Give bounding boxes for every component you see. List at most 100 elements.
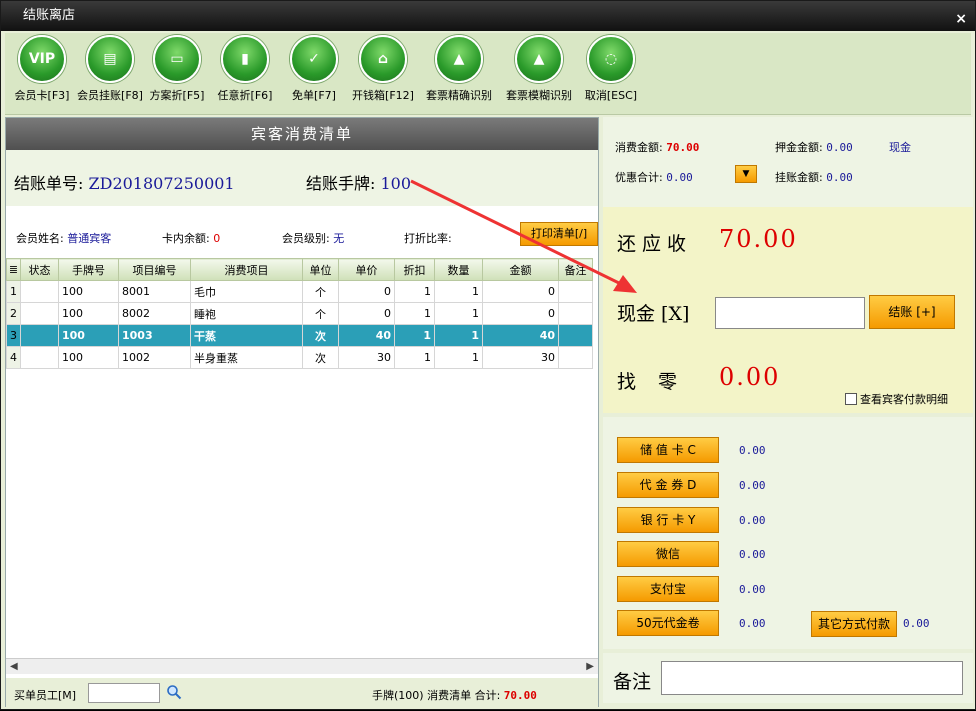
bill-tag: 结账手牌: 100: [306, 170, 411, 194]
column-header[interactable]: 手牌号: [58, 258, 119, 281]
toolbar-label: 套票精确识别: [426, 89, 492, 102]
print-list-button[interactable]: 打印清单[/]: [520, 222, 598, 246]
due-value: 70.00: [719, 225, 798, 253]
table-row[interactable]: 4 100 1002 半身重蒸 次 30 1 1 30: [6, 346, 593, 369]
bill-tag-label: 结账手牌:: [306, 174, 376, 193]
title-bar: 结账离店 ×: [1, 1, 975, 31]
cash-drawer-button[interactable]: ⌂ 开钱箱[F12]: [351, 35, 415, 103]
cell-discount: 1: [394, 302, 435, 325]
staff-input[interactable]: [88, 683, 160, 703]
card-balance-value: 0: [213, 232, 221, 245]
table-row[interactable]: 1 100 8001 毛巾 个 0 1 1 0: [6, 280, 593, 303]
scroll-left-icon[interactable]: ◀: [10, 661, 18, 672]
vip-card-button[interactable]: VIP 会员卡[F3]: [13, 35, 71, 103]
column-header[interactable]: 金额: [482, 258, 559, 281]
other-payment-button[interactable]: 其它方式付款: [811, 611, 897, 637]
consume-label: 消费金额:: [615, 141, 663, 154]
ticket-exact-button[interactable]: ▲ 套票精确识别: [421, 35, 497, 103]
bank-card-button[interactable]: 银 行 卡 Y: [617, 507, 719, 533]
table-row-selected[interactable]: 3 100 1003 干蒸 次 40 1 1 40: [6, 324, 593, 347]
stored-value-card-button[interactable]: 储 值 卡 C: [617, 437, 719, 463]
column-header[interactable]: 状态: [20, 258, 59, 281]
member-name: 会员姓名: 普通宾客: [16, 230, 111, 246]
other-payment-amount: 0.00: [903, 617, 930, 630]
column-header[interactable]: 消费项目: [190, 258, 303, 281]
toolbar: VIP 会员卡[F3] ▤ 会员挂账[F8] ▭ 方案折[F5] ▮ 任意折[F…: [5, 33, 971, 115]
amount-summary: 消费金额: 70.00 押金金额: 0.00 现金 优惠合计: 0.00 ▼ 挂…: [603, 117, 973, 207]
cell-code: 1002: [118, 346, 191, 369]
cell-price: 40: [338, 324, 395, 347]
staff-label: 买单员工[M]: [14, 689, 77, 702]
bank-card-amount: 0.00: [739, 514, 766, 527]
table-row[interactable]: 2 100 8002 睡袍 个 0 1 1 0: [6, 302, 593, 325]
cash-label: 现金 [X]: [617, 303, 690, 325]
notes-input[interactable]: [661, 661, 963, 695]
member-level-label: 会员级别:: [282, 232, 330, 245]
cell-qty: 1: [434, 302, 483, 325]
column-header[interactable]: 备注: [558, 258, 593, 281]
search-icon[interactable]: [166, 684, 182, 700]
bill-number: 结账单号: ZD201807250001: [14, 170, 235, 194]
payment-panel: 消费金额: 70.00 押金金额: 0.00 现金 优惠合计: 0.00 ▼ 挂…: [603, 117, 973, 707]
member-level: 会员级别: 无: [282, 230, 344, 246]
cell-note: [558, 324, 593, 347]
cell-tag: 100: [58, 302, 119, 325]
cell-qty: 1: [434, 280, 483, 303]
bill-tag-value: 100: [380, 174, 412, 193]
alipay-amount: 0.00: [739, 583, 766, 596]
column-header[interactable]: 项目编号: [118, 258, 191, 281]
member-info: 会员姓名: 普通宾客 卡内余额: 0 会员级别: 无 打折比率: 打印清单[/]: [6, 206, 598, 254]
member-name-label: 会员姓名:: [16, 232, 64, 245]
wechat-button[interactable]: 微信: [617, 541, 719, 567]
cell-note: [558, 302, 593, 325]
cell-tag: 100: [58, 346, 119, 369]
row-index: 1: [6, 280, 21, 303]
deposit-label: 押金金额:: [775, 141, 823, 154]
cell-tag: 100: [58, 324, 119, 347]
cancel-icon: ◌: [587, 35, 635, 83]
cell-item: 干蒸: [190, 324, 303, 347]
bill-header: 结账单号: ZD201807250001 结账手牌: 100: [6, 150, 598, 206]
card-balance: 卡内余额: 0: [162, 230, 220, 246]
cell-code: 8001: [118, 280, 191, 303]
scroll-right-icon[interactable]: ▶: [586, 661, 594, 672]
notes-label: 备注: [613, 671, 652, 693]
column-header[interactable]: 折扣: [394, 258, 435, 281]
cell-price: 0: [338, 302, 395, 325]
checkbox-icon[interactable]: [845, 393, 857, 405]
coupon-50-button[interactable]: 50元代金卷: [617, 610, 719, 636]
toolbar-label: 套票模糊识别: [506, 89, 572, 102]
cell-unit: 个: [302, 280, 339, 303]
bill-number-value: ZD201807250001: [88, 174, 235, 193]
cancel-button[interactable]: ◌ 取消[ESC]: [583, 35, 639, 103]
close-icon[interactable]: ×: [955, 4, 967, 34]
column-header[interactable]: 单价: [338, 258, 395, 281]
voucher-button[interactable]: 代 金 券 D: [617, 472, 719, 498]
cash-drawer-icon: ⌂: [359, 35, 407, 83]
credit-value: 0.00: [826, 171, 853, 184]
row-selector-header: ≣: [6, 258, 21, 281]
credit-label: 挂账金额:: [775, 171, 823, 184]
settle-button[interactable]: 结账 [+]: [869, 295, 955, 329]
payment-detail-checkbox[interactable]: 查看宾客付款明细: [845, 391, 948, 407]
horizontal-scrollbar[interactable]: ◀ ▶: [6, 658, 598, 674]
cell-amount: 0: [482, 280, 559, 303]
cell-code: 8002: [118, 302, 191, 325]
cash-input[interactable]: [715, 297, 865, 329]
plan-discount-button[interactable]: ▭ 方案折[F5]: [149, 35, 205, 103]
window-title: 结账离店: [23, 8, 76, 23]
free-order-button[interactable]: ✓ 免单[F7]: [287, 35, 341, 103]
coupon-50-amount: 0.00: [739, 617, 766, 630]
cell-qty: 1: [434, 346, 483, 369]
any-discount-button[interactable]: ▮ 任意折[F6]: [217, 35, 273, 103]
member-ledger-button[interactable]: ▤ 会员挂账[F8]: [77, 35, 143, 103]
alipay-button[interactable]: 支付宝: [617, 576, 719, 602]
chevron-down-icon[interactable]: ▼: [735, 165, 757, 183]
card-balance-label: 卡内余额:: [162, 232, 210, 245]
ticket-fuzzy-button[interactable]: ▲ 套票模糊识别: [501, 35, 577, 103]
payment-methods: 储 值 卡 C 0.00 代 金 券 D 0.00 银 行 卡 Y 0.00 微…: [603, 417, 973, 649]
column-header[interactable]: 单位: [302, 258, 339, 281]
change-label: 找零: [617, 371, 700, 393]
consume-value: 70.00: [666, 141, 700, 154]
column-header[interactable]: 数量: [434, 258, 483, 281]
